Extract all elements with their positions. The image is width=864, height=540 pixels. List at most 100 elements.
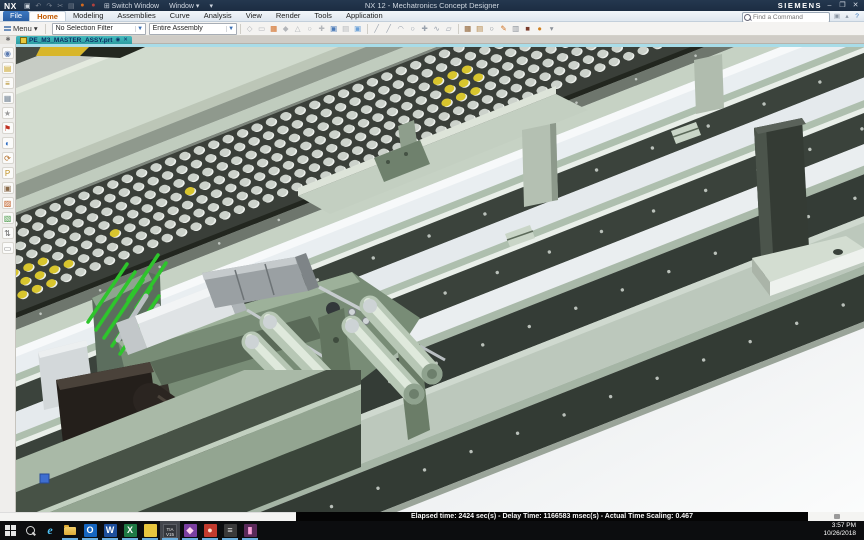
tab-view[interactable]: View [239,11,269,21]
viewport-3d-scene[interactable] [16,44,864,512]
minimize-button[interactable]: – [823,0,836,11]
excel-icon[interactable]: X [120,521,140,540]
chart-icon[interactable]: ▥ [510,23,521,34]
media-red-icon[interactable]: ● [200,521,220,540]
selection-scope-combo[interactable]: Entire Assembly ▼ [148,22,237,35]
repeat-dot-icon[interactable]: ● [88,2,99,10]
simulation-status-bar: Elapsed time: 2424 sec(s) - Delay Time: … [0,512,864,521]
close-icon[interactable]: ✕ [123,37,128,43]
siemens-logo: SIEMENS [777,1,822,10]
tab-curve[interactable]: Curve [163,11,197,21]
collision-body-icon[interactable]: ▤ [474,23,485,34]
endpoint-icon[interactable]: ◆ [280,23,291,34]
redo-icon[interactable]: ↷ [44,2,55,10]
speed-icon[interactable]: ● [534,23,545,34]
face-icon[interactable]: ▣ [328,23,339,34]
tab-file[interactable]: File [3,11,30,21]
signal-icon[interactable]: ✎ [498,23,509,34]
tab-analysis[interactable]: Analysis [197,11,239,21]
touch-dot-icon[interactable]: ● [77,2,88,10]
gear-icon[interactable]: ✱ [0,36,16,44]
outlook-icon-glyph: O [83,524,97,537]
selection-handle[interactable] [39,473,50,484]
tab-tools[interactable]: Tools [307,11,339,21]
top-border-bar: Menu ▾ No Selection Filter ▼ Entire Asse… [0,22,864,36]
switch-window-button[interactable]: ⊞ Switch Window [99,2,164,10]
midpoint-icon[interactable]: △ [292,23,303,34]
file-explorer-icon[interactable] [60,521,80,540]
preview-icon[interactable]: ▭ [1,242,14,254]
physics-navigator-icon[interactable]: ◉ [1,47,14,59]
snap-point-icon[interactable]: ◇ [244,23,255,34]
restore-button[interactable]: ❐ [836,0,849,11]
line-icon[interactable]: ╱ [371,23,382,34]
menu-button[interactable]: Menu ▾ [0,24,42,33]
part-tab-active[interactable]: PE_M3_MASTER_ASSY.prt ◉ ✕ [16,36,132,44]
sticky-notes-icon-glyph [143,524,157,537]
monitor-app-icon-glyph: ▮ [243,524,257,537]
constraint-navigator-icon[interactable]: ≡ [1,77,14,89]
select-icon[interactable]: ▭ [256,23,267,34]
minimize-ribbon-icon[interactable]: ▴ [842,12,852,21]
save-icon[interactable]: ▣ [22,2,33,10]
joint-icon[interactable]: ○ [486,23,497,34]
point-icon[interactable]: ✚ [419,23,430,34]
part-navigator-icon[interactable]: ▦ [1,92,14,104]
film-app-icon[interactable]: ≡ [220,521,240,540]
circle-icon[interactable]: ○ [407,23,418,34]
monitor-app-icon[interactable]: ▮ [240,521,260,540]
selection-filter-combo[interactable]: No Selection Filter ▼ [51,22,146,35]
tab-render[interactable]: Render [269,11,308,21]
center-icon[interactable]: ○ [304,23,315,34]
polyline-icon[interactable]: ╱ [383,23,394,34]
outlook-icon[interactable]: O [80,521,100,540]
edge-icon-glyph: e [47,523,53,537]
qat-overflow-button[interactable]: ▾ [204,2,218,10]
arc-icon[interactable]: ◠ [395,23,406,34]
close-button[interactable]: ✕ [849,0,862,11]
find-command-input[interactable] [751,14,825,21]
reuse-library-icon[interactable]: ★ [1,107,14,119]
assembly-navigator-icon[interactable]: ▤ [1,62,14,74]
command-finder-icon[interactable]: ▣ [832,12,842,21]
resource-bar: ◉ ▤ ≡ ▦ ★ ⚑ ◐ ⟳ P ▣ ▨ ▧ ⇅ ▭ [0,44,16,512]
design-app-icon[interactable]: ◆ [180,521,200,540]
search-icon [25,526,35,535]
plane-icon[interactable]: ▱ [443,23,454,34]
word-icon[interactable]: W [100,521,120,540]
snap-grid-icon[interactable]: ▦ [268,23,279,34]
tab-modeling[interactable]: Modeling [66,11,110,21]
cam-icon[interactable]: ■ [522,23,533,34]
pin-icon[interactable]: ◉ [115,37,120,43]
export-icon[interactable]: ▾ [546,23,557,34]
start-button[interactable] [0,521,20,540]
tab-assemblies[interactable]: Assemblies [110,11,162,21]
rigid-body-icon[interactable]: ▦ [462,23,473,34]
edge-icon[interactable]: e [40,521,60,540]
roles-icon[interactable]: ▨ [1,197,14,209]
edge-snap-icon[interactable]: ▤ [340,23,351,34]
solid-icon[interactable]: ▣ [352,23,363,34]
dependencies-icon[interactable]: ⇅ [1,227,14,239]
undo-icon[interactable]: ↶ [33,2,44,10]
process-studio-icon[interactable]: P [1,167,14,179]
sticky-notes-icon[interactable] [140,521,160,540]
window-menu-button[interactable]: Window ▾ [164,2,204,10]
web-browser-icon[interactable]: ◐ [1,137,14,149]
intersect-icon[interactable]: ✚ [316,23,327,34]
hd3d-tools-icon[interactable]: ⚑ [1,122,14,134]
search-button[interactable] [20,521,40,540]
taskbar-clock[interactable]: 3:57 PM 10/26/2018 [823,521,864,540]
help-icon[interactable]: ? [852,12,862,21]
tia-vis-icon[interactable]: TIA V15 [160,521,180,540]
spline-icon[interactable]: ∿ [431,23,442,34]
tab-application[interactable]: Application [339,11,390,21]
tab-home[interactable]: Home [29,11,66,21]
history-icon[interactable]: ⟳ [1,152,14,164]
copy-icon[interactable]: ▤ [66,2,77,10]
manufacturing-wizards-icon[interactable]: ▣ [1,182,14,194]
system-scenes-icon[interactable]: ▧ [1,212,14,224]
cut-icon[interactable]: ✂ [55,2,66,10]
graphics-window[interactable] [16,44,864,512]
chevron-down-icon: ▼ [225,25,236,32]
